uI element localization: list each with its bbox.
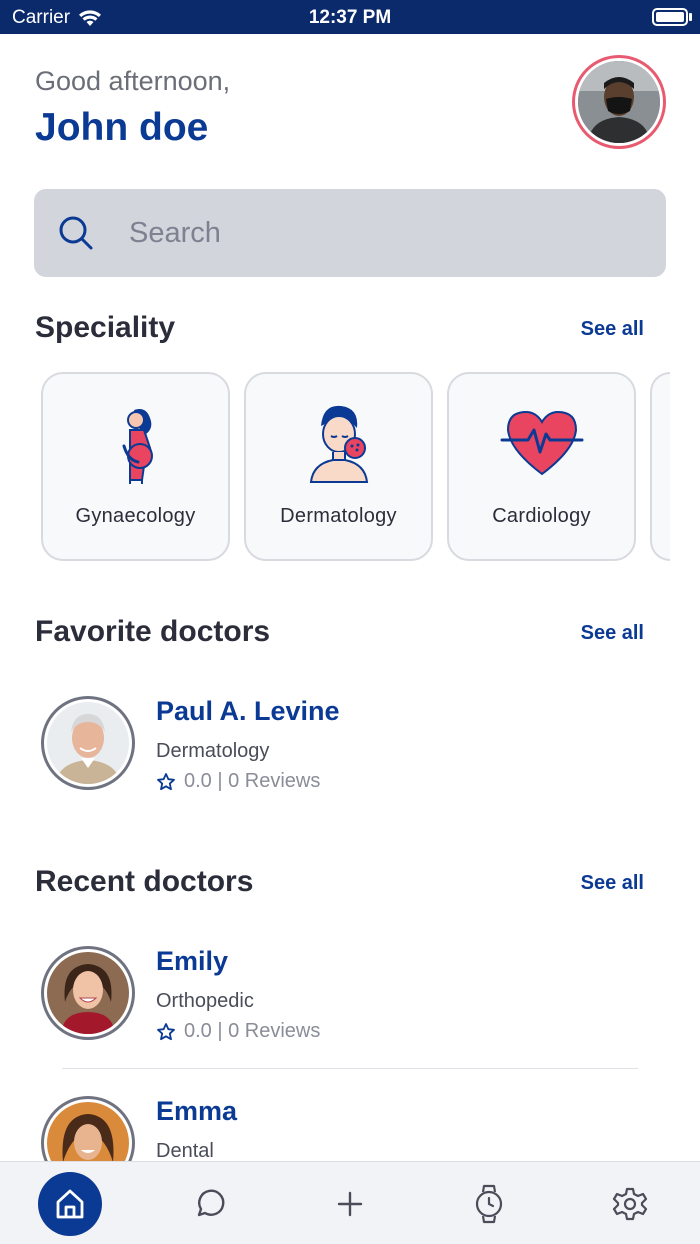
pregnant-woman-icon <box>122 409 153 484</box>
greeting-text: Good afternoon, <box>35 66 231 96</box>
profile-avatar[interactable] <box>572 55 666 149</box>
tab-watch[interactable] <box>457 1172 521 1236</box>
tab-chat[interactable] <box>178 1172 242 1236</box>
star-icon <box>157 772 175 790</box>
plus-icon <box>337 1191 363 1217</box>
chat-icon <box>197 1189 225 1217</box>
doctor-name[interactable]: Paul A. Levine <box>156 696 340 727</box>
doctor-photo <box>47 702 129 784</box>
watch-icon <box>475 1184 503 1224</box>
user-name: John doe <box>35 106 209 149</box>
doctor-rating: 0.0 | 0 Reviews <box>156 770 320 793</box>
recent-doctors-title: Recent doctors <box>35 865 254 898</box>
search-icon <box>59 216 93 250</box>
speciality-see-all-link[interactable]: See all <box>581 318 644 341</box>
speciality-card-cardiology[interactable]: Cardiology <box>447 372 636 561</box>
status-time: 12:37 PM <box>308 7 392 28</box>
list-divider <box>62 1068 638 1069</box>
recent-doctors-see-all-link[interactable]: See all <box>581 872 644 895</box>
user-photo <box>578 61 660 143</box>
tab-settings[interactable] <box>598 1172 662 1236</box>
doctor-name[interactable]: Emily <box>156 946 228 977</box>
doctor-speciality: Dental <box>156 1140 214 1162</box>
speciality-title: Speciality <box>35 311 176 344</box>
doctor-speciality: Dermatology <box>156 740 270 762</box>
tab-add[interactable] <box>318 1172 382 1236</box>
search-bar[interactable] <box>34 189 666 277</box>
speciality-label: Dermatology <box>280 505 397 527</box>
settings-icon <box>612 1187 648 1221</box>
home-icon <box>56 1189 84 1219</box>
doctor-speciality: Orthopedic <box>156 990 254 1012</box>
rating-text: 0.0 | 0 Reviews <box>184 770 321 792</box>
favorite-doctors-see-all-link[interactable]: See all <box>581 622 644 645</box>
speciality-label: Cardiology <box>492 505 591 527</box>
speciality-card-dermatology[interactable]: Dermatology <box>244 372 433 561</box>
speciality-label: Gynaecology <box>75 505 196 527</box>
star-icon <box>157 1022 175 1040</box>
doctor-avatar[interactable] <box>41 696 135 790</box>
doctor-rating: 0.0 | 0 Reviews <box>156 1020 320 1043</box>
bottom-tab-bar <box>0 1161 700 1244</box>
doctor-name[interactable]: Emma <box>156 1096 237 1127</box>
face-skin-icon <box>309 405 368 483</box>
tab-home[interactable] <box>38 1172 102 1236</box>
rating-text: 0.0 | 0 Reviews <box>184 1020 321 1042</box>
doctor-photo <box>47 952 129 1034</box>
heart-pulse-icon <box>500 410 583 476</box>
favorite-doctors-title: Favorite doctors <box>35 615 271 648</box>
doctor-avatar[interactable] <box>41 946 135 1040</box>
battery-cap <box>689 13 692 21</box>
speciality-card-partial[interactable] <box>650 372 670 561</box>
status-bar: Carrier 12:37 PM <box>0 0 700 34</box>
speciality-card-gynaecology[interactable]: Gynaecology <box>41 372 230 561</box>
battery-icon <box>652 8 688 26</box>
search-input[interactable] <box>129 211 629 255</box>
